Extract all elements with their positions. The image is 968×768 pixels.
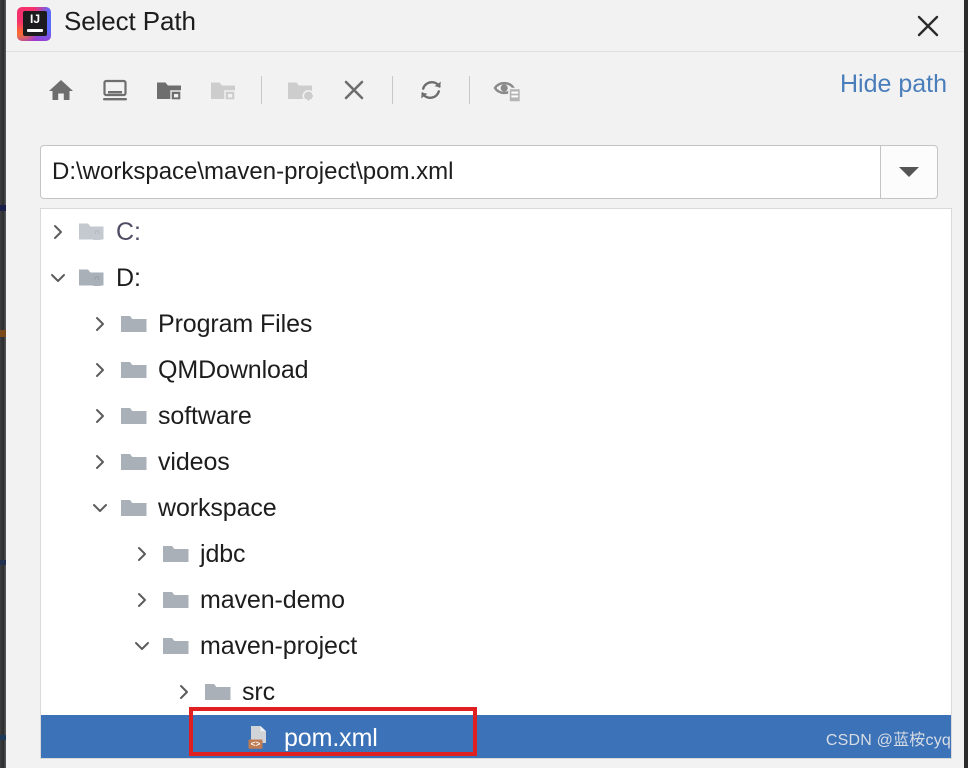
project-folder-button[interactable] — [148, 69, 190, 111]
tree-item-c-drive[interactable]: C: — [41, 209, 951, 255]
tree-item-label: videos — [158, 447, 230, 476]
expand-chevron-collapsed-icon[interactable] — [125, 577, 159, 623]
expand-chevron-expanded-icon[interactable] — [41, 255, 75, 301]
module-folder-icon — [211, 82, 236, 101]
folder-icon — [159, 623, 193, 669]
directory-tree[interactable]: C: D: Program Files QMDownload software … — [40, 208, 952, 759]
tree-item-qmdownload[interactable]: QMDownload — [41, 347, 951, 393]
tree-item-maven-project[interactable]: maven-project — [41, 623, 951, 669]
svg-text:<>: <> — [251, 738, 261, 748]
desktop-icon — [103, 79, 127, 101]
close-x-icon — [344, 80, 364, 100]
tree-item-src[interactable]: src — [41, 669, 951, 715]
toolbar-separator-1 — [261, 76, 262, 104]
folder-icon — [117, 485, 151, 531]
select-path-dialog-window: IJ Select Path Hide path D:\workspace\ma… — [0, 0, 968, 768]
toolbar-separator-2 — [392, 76, 393, 104]
xml-file-icon: <> — [243, 715, 277, 758]
expand-chevron-collapsed-icon[interactable] — [83, 439, 117, 485]
expand-chevron-collapsed-icon[interactable] — [83, 347, 117, 393]
show-hidden-files-icon — [493, 81, 522, 103]
show-hidden-button[interactable] — [487, 69, 529, 111]
ide-background-left-strip — [0, 0, 6, 768]
home-button[interactable] — [40, 69, 82, 111]
tree-item-label: QMDownload — [158, 355, 309, 384]
watermark-text: CSDN @蓝桉cyq — [825, 732, 951, 749]
close-button[interactable] — [898, 0, 958, 51]
project-folder-icon — [157, 82, 182, 101]
tree-item-workspace[interactable]: workspace — [41, 485, 951, 531]
tree-item-pom-xml[interactable]: <> pom.xml — [41, 715, 951, 758]
path-history-dropdown-button[interactable] — [880, 145, 938, 199]
toolbar-separator-3 — [469, 76, 470, 104]
path-row — [40, 145, 938, 199]
expand-chevron-expanded-icon[interactable] — [125, 623, 159, 669]
folder-icon — [117, 393, 151, 439]
folder-icon — [159, 531, 193, 577]
folder-icon — [201, 669, 235, 715]
module-folder-button — [202, 69, 244, 111]
toolbar: Hide path — [6, 52, 964, 128]
tree-item-label: maven-demo — [200, 585, 345, 614]
new-folder-button — [279, 69, 321, 111]
home-icon — [49, 80, 73, 100]
drive-folder-icon — [75, 255, 109, 301]
tree-item-videos[interactable]: videos — [41, 439, 951, 485]
dialog-body: IJ Select Path Hide path D:\workspace\ma… — [6, 0, 964, 768]
delete-button[interactable] — [333, 69, 375, 111]
tree-item-label: maven-project — [200, 631, 358, 660]
tree-item-program-files[interactable]: Program Files — [41, 301, 951, 347]
folder-icon — [117, 347, 151, 393]
expand-chevron-expanded-icon[interactable] — [83, 485, 117, 531]
tree-item-label: software — [158, 401, 252, 430]
ide-background-right-strip — [964, 0, 968, 768]
folder-icon — [117, 439, 151, 485]
folder-icon — [159, 577, 193, 623]
close-icon — [917, 15, 939, 36]
tree-item-label: C: — [116, 217, 141, 246]
drive-folder-icon — [75, 209, 109, 255]
refresh-button[interactable] — [410, 69, 452, 111]
expand-chevron-collapsed-icon[interactable] — [167, 669, 201, 715]
tree-item-label: D: — [116, 263, 141, 292]
tree-item-jdbc[interactable]: jdbc — [41, 531, 951, 577]
new-folder-icon — [288, 82, 315, 102]
path-input[interactable] — [40, 145, 880, 199]
chevron-down-icon — [899, 167, 919, 177]
tree-item-maven-demo[interactable]: maven-demo — [41, 577, 951, 623]
desktop-button[interactable] — [94, 69, 136, 111]
expand-chevron-collapsed-icon[interactable] — [41, 209, 75, 255]
tree-item-software[interactable]: software — [41, 393, 951, 439]
tree-item-label: jdbc — [200, 539, 246, 568]
tree-item-label: src — [242, 677, 276, 706]
expand-chevron-collapsed-icon[interactable] — [83, 301, 117, 347]
expand-chevron-collapsed-icon[interactable] — [125, 531, 159, 577]
refresh-icon — [421, 81, 441, 99]
intellij-idea-logo-icon: IJ — [15, 5, 53, 43]
dialog-title: Select Path — [64, 6, 196, 36]
tree-item-label: workspace — [158, 493, 277, 522]
tree-item-d-drive[interactable]: D: — [41, 255, 951, 301]
expand-chevron-collapsed-icon[interactable] — [83, 393, 117, 439]
title-bar: IJ Select Path — [6, 0, 964, 52]
hide-path-link[interactable]: Hide path — [840, 70, 947, 99]
tree-item-label: pom.xml — [284, 723, 378, 752]
tree-item-label: Program Files — [158, 309, 313, 338]
folder-icon — [117, 301, 151, 347]
